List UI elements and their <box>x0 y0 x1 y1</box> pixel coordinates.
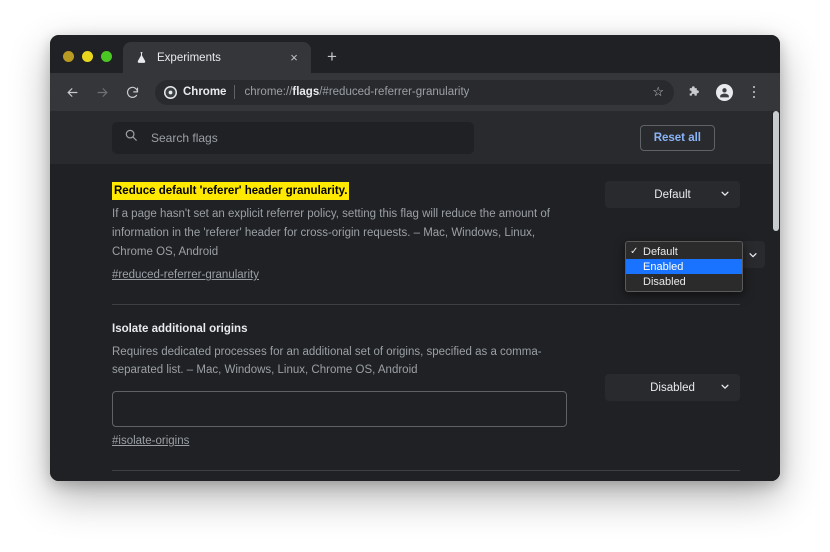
browser-menu-icon[interactable] <box>741 79 767 105</box>
flag-text-block: Isolate additional origins Requires dedi… <box>112 319 567 449</box>
chrome-icon <box>164 85 177 99</box>
flag-select-value: Disabled <box>650 381 695 394</box>
flags-page: Reset all Reduce default 'referer' heade… <box>50 111 780 481</box>
check-icon: ✓ <box>630 246 639 257</box>
url-prefix: chrome:// <box>244 86 293 98</box>
address-bar[interactable]: Chrome chrome://flags/#reduced-referrer-… <box>155 79 674 105</box>
flag-select-slot: Default <box>605 181 740 208</box>
search-icon <box>124 128 138 147</box>
dropdown-option-enabled[interactable]: Enabled <box>626 259 742 274</box>
close-window-button[interactable] <box>63 51 74 62</box>
chevron-down-icon <box>720 188 730 201</box>
new-tab-button[interactable]: + <box>319 44 345 70</box>
scrollbar-thumb[interactable] <box>773 111 779 231</box>
extensions-puzzle-icon[interactable] <box>681 79 707 105</box>
tab-strip: Experiments × + <box>50 35 780 73</box>
url-host: flags <box>292 86 320 98</box>
flag-text-block: Reduce default 'referer' header granular… <box>112 181 567 283</box>
flag-select[interactable]: Disabled <box>605 374 740 402</box>
dropdown-option-label: Disabled <box>643 275 686 288</box>
window-controls <box>50 51 123 73</box>
flag-title: Isolate additional origins <box>112 323 248 336</box>
minimize-window-button[interactable] <box>82 51 93 62</box>
back-icon[interactable] <box>59 79 85 105</box>
kebab-icon <box>752 85 756 99</box>
close-icon[interactable]: × <box>286 50 302 66</box>
url-suffix: /#reduced-referrer-granularity <box>319 86 470 98</box>
page-scrollbar[interactable] <box>772 111 780 481</box>
omnibox-chip: Chrome <box>164 85 234 99</box>
flag-permalink[interactable]: #isolate-origins <box>112 435 189 447</box>
flag-title: Reduce default 'referer' header granular… <box>112 182 350 201</box>
forward-icon[interactable] <box>89 79 115 105</box>
flask-icon <box>134 51 148 65</box>
flag-select[interactable]: Default <box>605 181 740 208</box>
tab-title: Experiments <box>157 51 221 64</box>
omnibox-chip-label: Chrome <box>183 86 227 98</box>
dropdown-option-label: Enabled <box>643 260 684 273</box>
omnibox-url: chrome://flags/#reduced-referrer-granula… <box>244 86 469 98</box>
isolate-origins-input[interactable] <box>112 390 567 427</box>
maximize-window-button[interactable] <box>101 51 112 62</box>
browser-window: Experiments × + Chrome chrome://flags/#r… <box>50 35 780 481</box>
dropdown-option-disabled[interactable]: Disabled <box>626 274 742 289</box>
search-input[interactable] <box>149 129 462 146</box>
toolbar-actions <box>681 79 771 105</box>
flags-list: Reduce default 'referer' header granular… <box>50 164 780 481</box>
reset-all-button[interactable]: Reset all <box>639 124 715 151</box>
profile-avatar[interactable] <box>711 79 737 105</box>
chevron-down-icon <box>720 381 730 394</box>
open-select-chevron[interactable] <box>741 241 765 268</box>
divider <box>112 304 740 306</box>
flag-entry: Isolate additional origins Requires dedi… <box>112 319 740 459</box>
flag-select-value: Default <box>654 188 691 201</box>
flag-select-slot: Disabled <box>605 319 740 402</box>
select-dropdown-menu[interactable]: ✓ Default Enabled Disabled <box>625 241 743 292</box>
tab-experiments[interactable]: Experiments × <box>123 42 311 73</box>
search-flags-field[interactable] <box>112 121 474 154</box>
dropdown-option-default[interactable]: ✓ Default <box>626 244 742 259</box>
flags-header: Reset all <box>50 111 780 164</box>
omnibox-separator <box>234 85 236 99</box>
dropdown-option-label: Default <box>643 245 678 258</box>
browser-toolbar: Chrome chrome://flags/#reduced-referrer-… <box>50 73 780 111</box>
divider <box>112 469 740 471</box>
avatar <box>715 83 733 101</box>
reload-icon[interactable] <box>119 79 145 105</box>
flag-description: If a page hasn't set an explicit referre… <box>112 208 550 258</box>
flag-description: Requires dedicated processes for an addi… <box>112 345 542 377</box>
flag-permalink[interactable]: #reduced-referrer-granularity <box>112 269 259 281</box>
bookmark-star-icon[interactable]: ☆ <box>652 84 664 100</box>
